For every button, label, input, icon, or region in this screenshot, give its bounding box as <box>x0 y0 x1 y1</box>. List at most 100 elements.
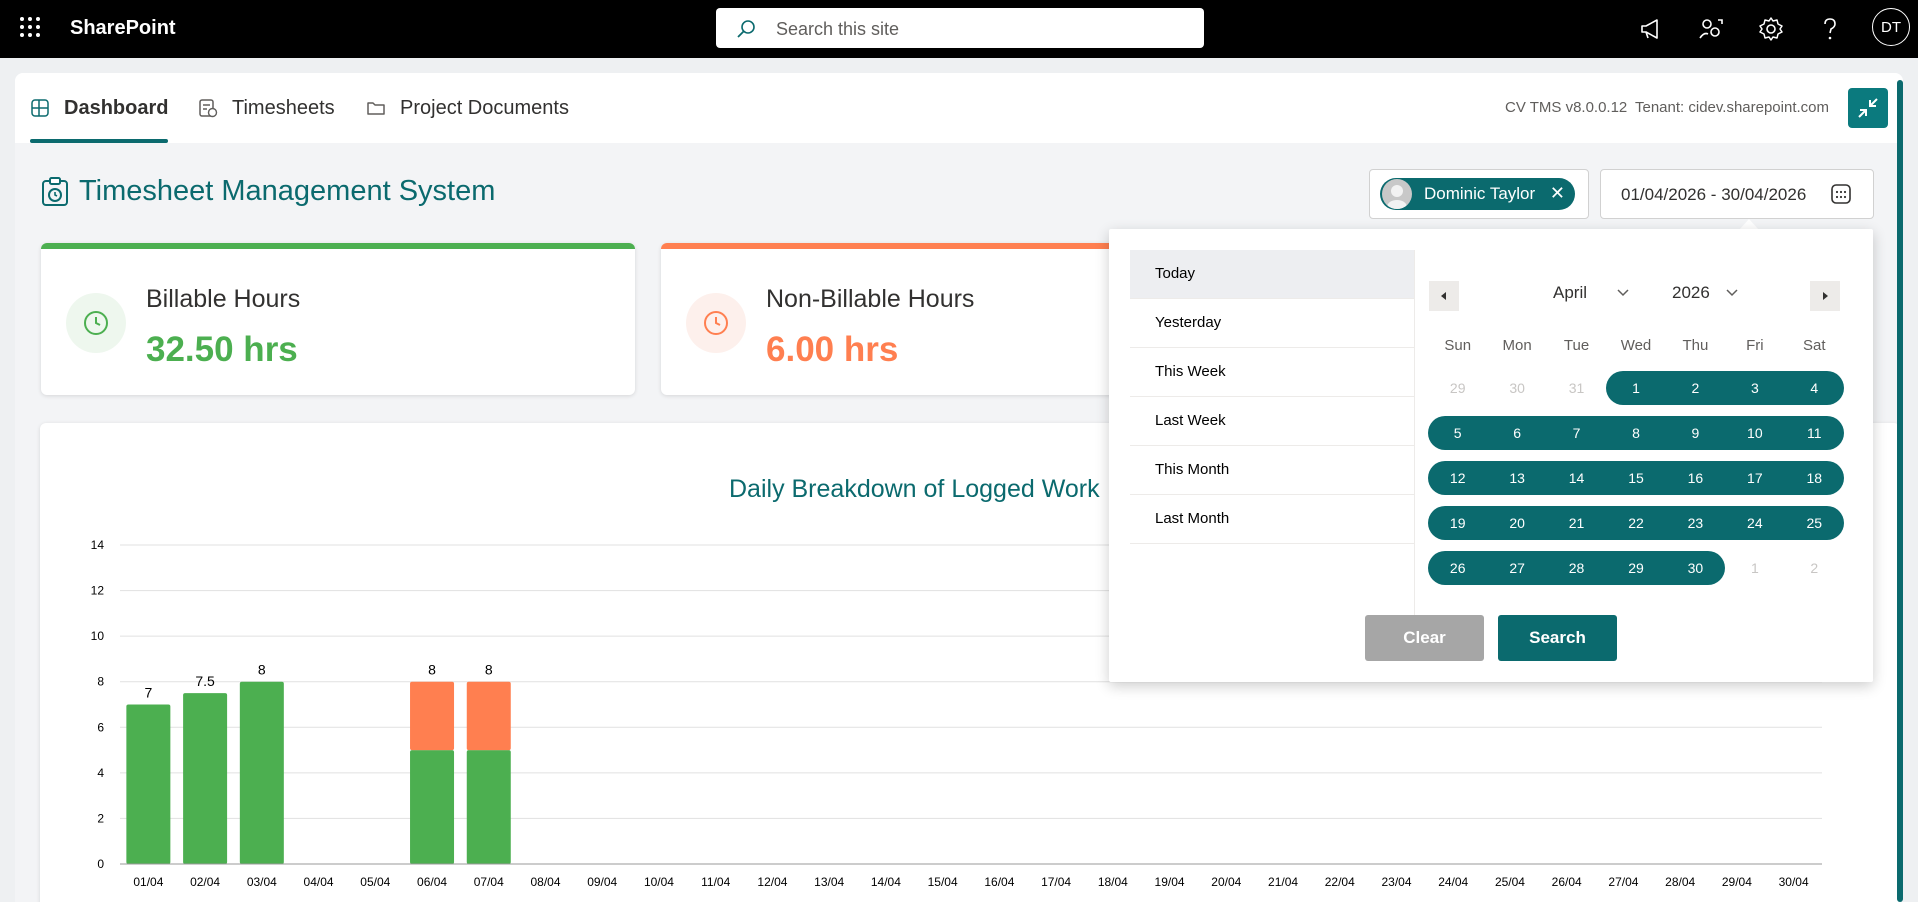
preset-list: Today Yesterday This Week Last Week This Mon… <box>1130 250 1414 544</box>
tab-project-documents[interactable]: Project Documents <box>366 73 569 143</box>
calendar-day[interactable]: 21 <box>1547 505 1606 541</box>
calendar-day[interactable]: 14 <box>1547 460 1606 496</box>
calendar-day[interactable]: 16 <box>1666 460 1725 496</box>
preset-option[interactable]: This Month <box>1130 446 1414 495</box>
collapse-arrows-icon <box>1858 98 1878 118</box>
date-range-field[interactable]: 01/04/2026 - 30/04/2026 <box>1600 169 1874 219</box>
calendar-day[interactable]: 30 <box>1487 370 1546 406</box>
calendar-day[interactable]: 4 <box>1785 370 1844 406</box>
popup-divider <box>1414 250 1415 617</box>
calendar-day[interactable]: 17 <box>1725 460 1784 496</box>
billable-hours-card: Billable Hours 32.50 hrs <box>41 243 635 395</box>
person-chip[interactable]: Dominic Taylor ✕ <box>1380 178 1575 210</box>
user-avatar[interactable]: DT <box>1872 8 1910 46</box>
tab-dashboard[interactable]: Dashboard <box>30 73 169 143</box>
calendar-day[interactable]: 31 <box>1547 370 1606 406</box>
year-select[interactable]: 2026 <box>1672 283 1739 303</box>
calendar-day[interactable]: 29 <box>1428 370 1487 406</box>
month-value: April <box>1553 283 1588 302</box>
dashboard-icon <box>31 99 49 117</box>
caret-right-icon <box>1823 292 1828 300</box>
next-month-button[interactable] <box>1810 281 1840 311</box>
calendar-day[interactable]: 3 <box>1725 370 1784 406</box>
brand-name[interactable]: SharePoint <box>70 17 176 40</box>
calendar-week-row: 19 20 21 22 23 24 25 <box>1428 505 1844 550</box>
calendar-day[interactable]: 1 <box>1606 370 1665 406</box>
weekday-header: Sun Mon Tue Wed Thu Fri Sat <box>1428 337 1844 354</box>
app-version: CV TMS v8.0.0.12 <box>1505 99 1628 116</box>
search-icon <box>737 20 755 38</box>
calendar-day[interactable]: 1 <box>1725 550 1784 586</box>
calendar-day[interactable]: 7 <box>1547 415 1606 451</box>
calendar-day[interactable]: 27 <box>1487 550 1546 586</box>
calendar-day[interactable]: 19 <box>1428 505 1487 541</box>
calendar-day[interactable]: 30 <box>1666 550 1725 586</box>
suite-header: SharePoint DT <box>0 0 1918 58</box>
calendar-day[interactable]: 5 <box>1428 415 1487 451</box>
page-scrollbar[interactable] <box>1897 80 1903 902</box>
weekday-label: Thu <box>1682 337 1709 354</box>
person-avatar-icon <box>1382 179 1412 209</box>
calendar-icon[interactable] <box>1830 183 1852 205</box>
page-title: Timesheet Management System <box>79 175 496 207</box>
remove-person-icon[interactable]: ✕ <box>1550 183 1565 204</box>
search-input[interactable] <box>774 8 1188 50</box>
calendar-day[interactable]: 2 <box>1785 550 1844 586</box>
calendar-day[interactable]: 6 <box>1487 415 1546 451</box>
calendar-day[interactable]: 2 <box>1666 370 1725 406</box>
caret-left-icon <box>1441 292 1446 300</box>
calendar-day[interactable]: 13 <box>1487 460 1546 496</box>
calendar-day[interactable]: 22 <box>1606 505 1665 541</box>
preset-option[interactable]: Last Week <box>1130 397 1414 446</box>
calendar-week-row: 5 6 7 8 9 10 11 <box>1428 415 1844 460</box>
previous-month-button[interactable] <box>1429 281 1459 311</box>
year-value: 2026 <box>1672 283 1710 302</box>
calendar-days-grid: 29 30 31 1 2 3 4 5 6 7 8 9 10 11 12 13 14 15 16 17 18 19 20 21 2… <box>1428 370 1844 595</box>
clear-button[interactable]: Clear <box>1365 615 1484 661</box>
weekday-label: Mon <box>1502 337 1532 354</box>
date-range-popup: Today Yesterday This Week Last Week This Mon… <box>1109 229 1873 682</box>
calendar-day[interactable]: 24 <box>1725 505 1784 541</box>
people-picker[interactable]: Dominic Taylor ✕ <box>1369 169 1589 219</box>
chevron-down-icon <box>1617 289 1629 297</box>
help-icon[interactable] <box>1815 14 1845 44</box>
calendar-day[interactable]: 15 <box>1606 460 1665 496</box>
calendar-day[interactable]: 18 <box>1785 460 1844 496</box>
tab-timesheets[interactable]: Timesheets <box>198 73 335 143</box>
weekday-label: Sun <box>1444 337 1472 354</box>
calendar-day[interactable]: 8 <box>1606 415 1665 451</box>
site-search-box[interactable] <box>716 8 1204 50</box>
preset-option[interactable]: Yesterday <box>1130 299 1414 348</box>
calendar-day[interactable]: 26 <box>1428 550 1487 586</box>
month-select[interactable]: April <box>1553 283 1630 303</box>
tenant-info: Tenant: cidev.sharepoint.com <box>1635 99 1829 116</box>
megaphone-icon[interactable] <box>1637 14 1667 44</box>
calendar-day[interactable]: 9 <box>1666 415 1725 451</box>
settings-gear-icon[interactable] <box>1756 14 1786 44</box>
person-name: Dominic Taylor <box>1424 184 1536 203</box>
calendar-day[interactable]: 12 <box>1428 460 1487 496</box>
calendar-day[interactable]: 11 <box>1785 415 1844 451</box>
weekday-label: Tue <box>1563 337 1590 354</box>
search-button[interactable]: Search <box>1498 615 1617 661</box>
collapse-button[interactable] <box>1848 88 1888 128</box>
calendar-day[interactable]: 28 <box>1547 550 1606 586</box>
calendar-day[interactable]: 23 <box>1666 505 1725 541</box>
tab-label: Project Documents <box>400 96 569 119</box>
page-header: Timesheet Management System <box>41 175 495 208</box>
card-accent-stripe <box>41 243 635 249</box>
timesheet-logo-icon <box>42 176 68 206</box>
calendar-day[interactable]: 20 <box>1487 505 1546 541</box>
calendar-week-row: 29 30 31 1 2 3 4 <box>1428 370 1844 415</box>
feedback-icon[interactable] <box>1696 14 1726 44</box>
calendar-day[interactable]: 29 <box>1606 550 1665 586</box>
app-launcher-icon[interactable] <box>20 17 42 39</box>
chart-title: Daily Breakdown of Logged Work <box>729 475 1100 503</box>
tab-bar: Dashboard Timesheets Project Documents C… <box>15 73 1903 143</box>
preset-option[interactable]: Last Month <box>1130 495 1414 544</box>
preset-option[interactable]: Today <box>1130 250 1414 299</box>
preset-option[interactable]: This Week <box>1130 348 1414 397</box>
calendar-day[interactable]: 25 <box>1785 505 1844 541</box>
calendar-day[interactable]: 10 <box>1725 415 1784 451</box>
card-value: 32.50 hrs <box>146 330 298 369</box>
